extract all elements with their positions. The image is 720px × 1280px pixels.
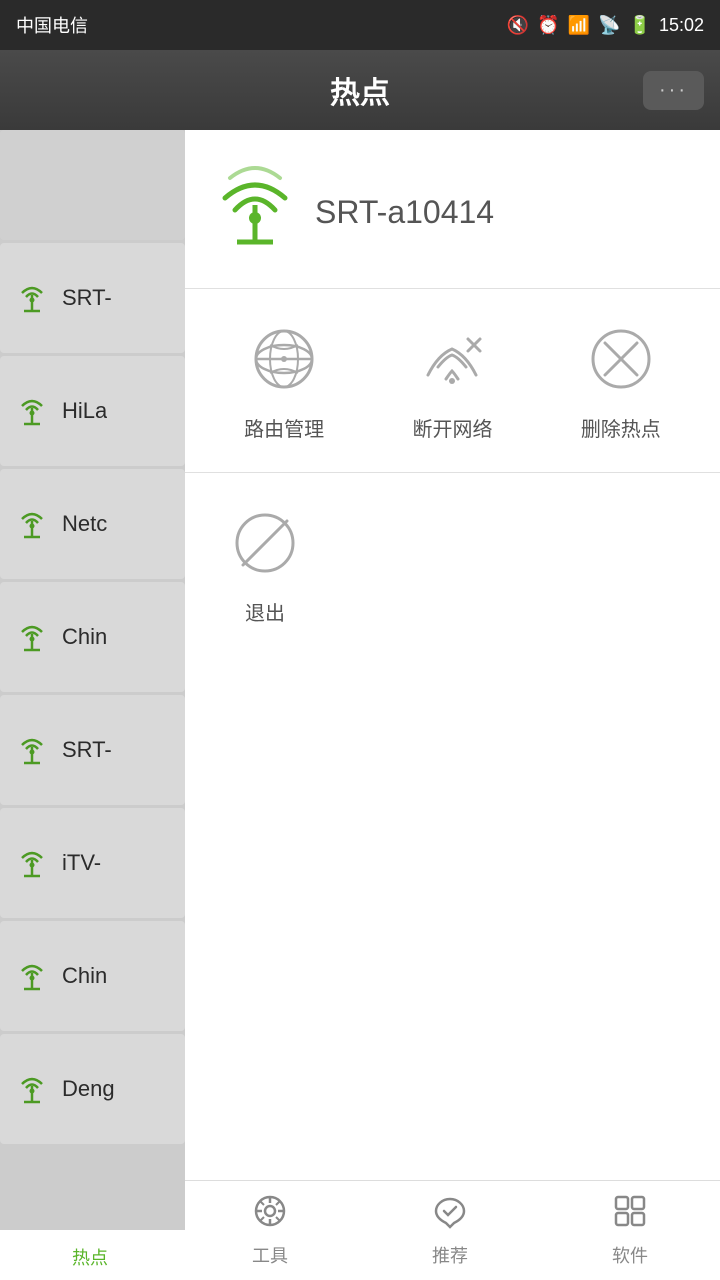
page-title: 热点 (330, 68, 390, 112)
wifi-name-5: iTV- (62, 850, 101, 876)
antenna-icon-7 (14, 1068, 50, 1111)
disconnect-icon (412, 319, 492, 399)
wifi-item-3[interactable]: Chin (0, 582, 185, 692)
exit-icon (225, 503, 305, 583)
wifi-name-1: HiLa (62, 398, 107, 424)
nav-label-recommend: 推荐 (432, 1242, 468, 1268)
carrier-text: 中国电信 (16, 12, 88, 38)
exit-row: 退出 (185, 473, 720, 656)
router-manage-button[interactable]: 路由管理 (205, 319, 363, 442)
delete-hotspot-icon (581, 319, 661, 399)
status-bar: 中国电信 🔇 ⏰ 📶 📡 🔋 15:02 (0, 0, 720, 50)
wifi-name-0: SRT- (62, 285, 112, 311)
delete-hotspot-label: 删除热点 (581, 413, 661, 442)
wifi-name-6: Chin (62, 963, 107, 989)
nav-label-hotspot: 热点 (72, 1244, 108, 1270)
disconnect-label: 断开网络 (412, 413, 492, 442)
nav-label-software: 软件 (612, 1242, 648, 1268)
wifi-icon: 📶 (568, 15, 590, 36)
software-nav-icon (612, 1193, 648, 1236)
exit-label: 退出 (245, 597, 285, 626)
wifi-name-2: Netc (62, 511, 107, 537)
antenna-icon-2 (14, 503, 50, 546)
disconnect-button[interactable]: 断开网络 (373, 319, 531, 442)
network-big-antenna-icon (215, 160, 295, 264)
more-button[interactable]: ··· (643, 71, 704, 110)
wifi-item-4[interactable]: SRT- (0, 695, 185, 805)
wifi-item-7[interactable]: Deng (0, 1034, 185, 1144)
signal-icon: 📡 (598, 15, 620, 36)
wifi-list: SRT- HiLa (0, 130, 185, 1230)
recommend-nav-icon (432, 1193, 468, 1236)
wifi-name-3: Chin (62, 624, 107, 650)
action-buttons-row: 路由管理 断开网络 (185, 289, 720, 473)
tools-nav-icon (252, 1193, 288, 1236)
alarm-icon: ⏰ (537, 15, 559, 36)
router-manage-icon (244, 319, 324, 399)
wifi-item-6[interactable]: Chin (0, 921, 185, 1031)
popup-panel: SRT-a10414 路由管理 (185, 130, 720, 1230)
wifi-item-empty[interactable] (0, 130, 185, 240)
antenna-icon-4 (14, 729, 50, 772)
time-text: 15:02 (659, 15, 704, 36)
antenna-icon-1 (14, 390, 50, 433)
silent-icon: 🔇 (507, 15, 529, 36)
network-name-text: SRT-a10414 (315, 194, 494, 231)
nav-item-software[interactable]: 软件 (540, 1181, 720, 1280)
nav-label-tools: 工具 (252, 1242, 288, 1268)
wifi-item-1[interactable]: HiLa (0, 356, 185, 466)
wifi-item-0[interactable]: SRT- (0, 243, 185, 353)
nav-item-tools[interactable]: 工具 (180, 1181, 360, 1280)
antenna-icon-5 (14, 842, 50, 885)
battery-icon: 🔋 (629, 15, 651, 36)
antenna-icon-6 (14, 955, 50, 998)
wifi-name-7: Deng (62, 1076, 115, 1102)
main-content: SRT- HiLa (0, 130, 720, 1230)
wifi-item-2[interactable]: Netc (0, 469, 185, 579)
antenna-icon-0 (14, 277, 50, 320)
status-right: 🔇 ⏰ 📶 📡 🔋 15:02 (507, 15, 704, 36)
antenna-icon-3 (14, 616, 50, 659)
title-bar: 热点 ··· (0, 50, 720, 130)
router-manage-label: 路由管理 (244, 413, 324, 442)
exit-button[interactable]: 退出 (205, 503, 325, 626)
network-header: SRT-a10414 (185, 130, 720, 289)
wifi-name-4: SRT- (62, 737, 112, 763)
delete-hotspot-button[interactable]: 删除热点 (542, 319, 700, 442)
wifi-item-5[interactable]: iTV- (0, 808, 185, 918)
nav-item-recommend[interactable]: 推荐 (360, 1181, 540, 1280)
